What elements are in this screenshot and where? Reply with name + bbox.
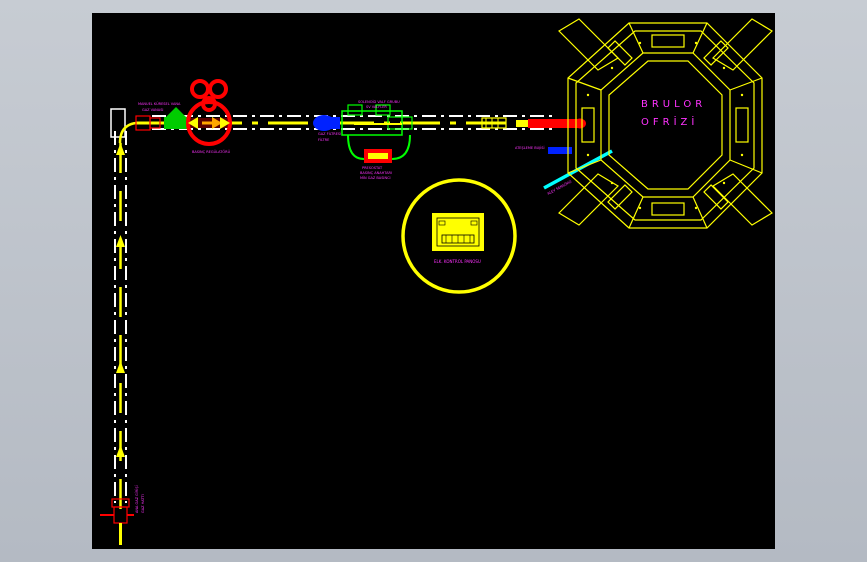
burner-nozzle-label: ATEŞLEME BUJİSİ xyxy=(515,145,544,150)
pressure-switch-label: PRESOSTAT xyxy=(362,166,383,170)
solenoid-valve-group[interactable] xyxy=(341,104,413,163)
solenoid-group-label: SOLENOİD VALF GRUBU xyxy=(358,99,400,104)
inlet-valve-sublabel: GAZ HATTI xyxy=(141,494,145,513)
solenoid-group-sublabel: SV VALFLER xyxy=(366,105,387,109)
drawing-canvas[interactable]: ANA GAZ GİRİŞİ GAZ HATTI MANUEL KÜRESEL … xyxy=(92,13,775,549)
filter-label: GAZ FİLTRESİ xyxy=(318,131,341,136)
furnace-title-line2: OFRİZİ xyxy=(641,115,698,128)
control-box-label: ELK. KONTROL PANOSU xyxy=(434,259,481,264)
pressure-switch-sublabel-2: MİN GAZ BASINCI xyxy=(360,175,391,180)
cad-drawing[interactable]: ANA GAZ GİRİŞİ GAZ HATTI MANUEL KÜRESEL … xyxy=(92,13,775,549)
inlet-valve-label: ANA GAZ GİRİŞİ xyxy=(134,485,139,513)
pressure-switch-sublabel: BASINÇ ANAHTARI xyxy=(360,171,392,175)
filter-sublabel: FİLTRE xyxy=(318,137,329,142)
control-box-detail[interactable] xyxy=(401,178,517,294)
green-triangle-icon xyxy=(166,107,186,117)
flow-arrows xyxy=(116,117,222,457)
pressure-regulator[interactable] xyxy=(186,79,232,146)
vertical-gas-pipe xyxy=(114,131,127,543)
regulator-label: BASINÇ REGÜLATÖRÜ xyxy=(192,149,231,154)
gas-filter[interactable] xyxy=(313,115,340,131)
valve-top-label: MANUEL KÜRESEL VANA xyxy=(138,101,181,106)
furnace-title-line1: BRULOR xyxy=(641,99,706,110)
inlet-valve[interactable] xyxy=(100,498,134,545)
valve-top-sublabel: GAZ VANASI xyxy=(142,108,163,112)
